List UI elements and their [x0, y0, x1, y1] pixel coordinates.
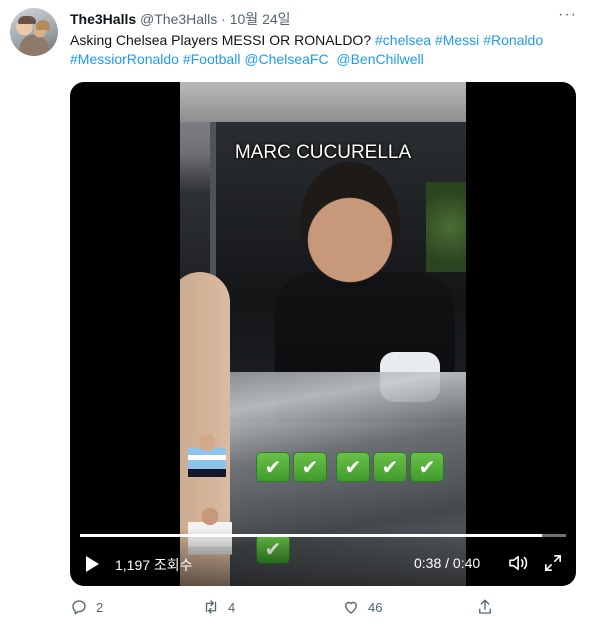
view-count: 1,197 조회수 [115, 557, 193, 573]
video-progress-bar[interactable] [80, 534, 566, 537]
like-button[interactable]: 46 [342, 598, 382, 616]
tweet-header: The3Halls @The3Halls · 10월 24일 [70, 9, 291, 29]
mention-benchilwell[interactable]: @BenChilwell [336, 51, 423, 67]
more-icon[interactable]: ··· [558, 6, 577, 24]
avatar[interactable] [10, 8, 58, 56]
header-separator: · [221, 11, 226, 27]
car-roof [180, 82, 466, 122]
messi-check-row: ✔ ✔ ✔ ✔ ✔ [256, 452, 444, 482]
reply-icon [72, 600, 86, 615]
avatar-cap [18, 16, 36, 24]
video-player[interactable]: MARC CUCURELLA ✔ ✔ ✔ ✔ ✔ ✔ 1,197 조회수 0:3… [70, 82, 576, 586]
video-time: 0:38 / 0:40 [414, 555, 481, 571]
hashtag-messi[interactable]: #Messi [435, 32, 479, 48]
reply-button[interactable]: 2 [70, 598, 103, 616]
check-mark-icon: ✔ [293, 452, 327, 482]
hashtag-messiorronaldo[interactable]: #MessiorRonaldo [70, 51, 179, 67]
video-overlay-title: MARC CUCURELLA [234, 142, 412, 163]
tweet-actions: 2 4 46 [70, 598, 570, 620]
share-icon [479, 599, 491, 614]
check-mark-icon: ✔ [410, 452, 444, 482]
share-button[interactable] [476, 598, 494, 616]
hashtag-football[interactable]: #Football [183, 51, 241, 67]
fullscreen-icon[interactable] [544, 554, 562, 572]
author-handle[interactable]: @The3Halls [140, 11, 217, 27]
mention-chelseafc[interactable]: @ChelseaFC [244, 51, 328, 67]
play-icon[interactable] [86, 556, 99, 572]
video-progress-fill [80, 534, 542, 537]
retweet-count: 4 [228, 599, 236, 615]
retweet-icon [205, 600, 217, 614]
check-mark-icon: ✔ [373, 452, 407, 482]
heart-icon [345, 601, 357, 614]
author-name[interactable]: The3Halls [70, 11, 136, 27]
player-head [300, 162, 400, 292]
like-count: 46 [368, 599, 383, 615]
tweet-text: Asking Chelsea Players MESSI OR RONALDO?… [70, 31, 580, 69]
hashtag-ronaldo[interactable]: #Ronaldo [483, 32, 543, 48]
check-mark-icon: ✔ [336, 452, 370, 482]
background-trees [426, 182, 466, 272]
volume-icon[interactable] [508, 554, 530, 572]
avatar-hair [36, 20, 50, 30]
tweet-date[interactable]: 10월 24일 [230, 11, 291, 27]
tweet-text-plain: Asking Chelsea Players MESSI OR RONALDO? [70, 32, 375, 48]
retweet-button[interactable]: 4 [202, 598, 235, 616]
check-mark-icon: ✔ [256, 452, 290, 482]
messi-sticker [188, 432, 226, 490]
reply-count: 2 [96, 599, 104, 615]
hashtag-chelsea[interactable]: #chelsea [375, 32, 431, 48]
